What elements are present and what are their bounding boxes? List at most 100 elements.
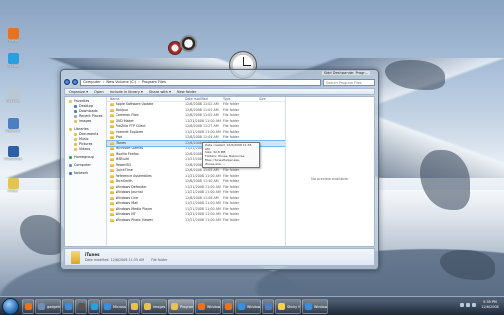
nav-item-icon (74, 115, 77, 118)
taskbar-button-label: gadgets (47, 304, 61, 309)
taskbar-button[interactable]: Windows... (235, 299, 261, 314)
taskbar-app-icon (265, 303, 272, 310)
column-name[interactable]: Name (107, 97, 185, 101)
taskbar-button[interactable]: Microsoft (101, 299, 127, 314)
taskbar-button[interactable]: Program... (168, 299, 194, 314)
nav-item-label: Computer (74, 163, 91, 167)
window-titlebar[interactable]: Sidd Deshpande: Progr... (61, 70, 378, 77)
taskbar-button[interactable]: images (141, 299, 167, 314)
tray-network-icon[interactable] (460, 303, 464, 307)
taskbar-button[interactable] (128, 299, 140, 314)
column-size[interactable]: Size (259, 97, 285, 101)
taskbar-button[interactable] (262, 299, 274, 314)
app-icon (7, 178, 19, 189)
column-type[interactable]: Type (223, 97, 259, 101)
explorer-window[interactable]: Sidd Deshpande: Progr... Computer › New … (60, 69, 379, 270)
taskbar-button[interactable] (222, 299, 234, 314)
folder-icon (110, 152, 114, 156)
nav-item-images[interactable]: images (65, 119, 106, 124)
breadcrumb-program-files[interactable]: Program Files (142, 80, 166, 84)
desktop-icon-label: Firefox (7, 39, 19, 43)
nav-item-videos[interactable]: Videos (65, 147, 106, 152)
nav-item-computer[interactable]: Computer (65, 163, 106, 168)
nav-item-icon (69, 172, 72, 175)
folder-icon (110, 136, 114, 140)
nav-item-network[interactable]: Network (65, 171, 106, 176)
folder-icon (110, 180, 114, 184)
nav-item-icon (74, 133, 77, 136)
desktop-icon[interactable]: Photoshop (3, 146, 23, 161)
desktop-icon[interactable]: Recycle (3, 88, 23, 103)
folder-icon (110, 141, 114, 145)
cpu-meter-gadget[interactable] (180, 35, 197, 52)
taskbar-button[interactable] (62, 299, 74, 314)
address-bar[interactable]: Computer › New Volume (C:) › Program Fil… (80, 78, 321, 86)
details-kind: File folder (151, 258, 168, 262)
desktop-icon[interactable]: Skype (3, 53, 23, 68)
nav-item-icon (74, 105, 77, 108)
taskbar-button[interactable]: Sticky N... (275, 299, 301, 314)
taskbar-button[interactable]: gadgets (35, 299, 61, 314)
taskbar-app-icon (131, 303, 138, 310)
new-folder-button[interactable]: New folder (177, 90, 196, 94)
preview-message: No preview available. (311, 177, 349, 181)
taskbar-button[interactable] (88, 299, 100, 314)
breadcrumb-computer[interactable]: Computer (83, 80, 101, 84)
desktop-icon-label: Skype (7, 64, 19, 68)
nav-item-label: Videos (79, 147, 91, 151)
tooltip-line: Files: iTunesHelper.exe, iTunes.exe, ... (205, 157, 240, 166)
app-icon (7, 118, 19, 129)
taskbar-app-icon (305, 303, 312, 310)
folder-icon (110, 147, 114, 151)
nav-item-label: Homegroup (74, 155, 94, 159)
taskbar-button-label: images (153, 304, 166, 309)
taskbar-button-label: Sticky N... (287, 304, 301, 309)
taskbar-button[interactable] (22, 299, 34, 314)
open-button[interactable]: Open (94, 90, 104, 94)
taskbar-button[interactable]: Windows... (195, 299, 221, 314)
nav-item-label: Network (74, 171, 89, 175)
taskbar-button[interactable]: Windows... (302, 299, 328, 314)
file-row[interactable]: Windows Photo Viewer 11/21/2008 11:00 AM F… (107, 218, 285, 224)
folder-icon (71, 251, 80, 264)
back-button[interactable] (64, 79, 70, 85)
taskbar-app-icon (25, 303, 32, 310)
folder-icon (110, 213, 114, 217)
desktop-icon-label: Network (5, 129, 21, 133)
folder-icon (110, 174, 114, 178)
column-date-modified[interactable]: Date modified (185, 97, 223, 101)
taskbar-app-icon (104, 303, 111, 310)
organize-button[interactable]: Organize ▾ (69, 90, 88, 94)
nav-item-homegroup[interactable]: Homegroup (65, 155, 106, 160)
desktop-icon[interactable]: Folder (3, 178, 23, 193)
file-type: File folder (223, 217, 240, 222)
start-button[interactable] (2, 298, 19, 315)
nav-item-icon (74, 120, 77, 123)
share-with-button[interactable]: Share with ▾ (149, 90, 171, 94)
taskbar-button-label: Windows... (314, 304, 328, 309)
breadcrumb-separator: › (102, 80, 105, 84)
desktop-icon[interactable]: Firefox (3, 28, 23, 43)
taskbar-clock[interactable]: 5:39 PM 12/6/2008 (479, 300, 501, 310)
breadcrumb-volume[interactable]: New Volume (C:) (106, 80, 136, 84)
taskbar-app-icon (225, 303, 232, 310)
nav-item-icon (74, 110, 77, 113)
taskbar-app-icon (198, 303, 205, 310)
desktop-icon[interactable]: Network (3, 118, 23, 133)
tray-flag-icon[interactable] (472, 303, 476, 307)
forward-button[interactable] (72, 79, 78, 85)
taskbar-app-icon (171, 303, 178, 310)
folder-icon (110, 185, 114, 189)
folder-icon (110, 108, 114, 112)
tray-volume-icon[interactable] (466, 303, 470, 307)
include-in-library-button[interactable]: Include in library ▾ (110, 90, 143, 94)
nav-item-icon (69, 156, 72, 159)
details-meta: Date modified: 12/6/2008 11:35 AM File f… (85, 258, 167, 262)
details-name: iTunes (85, 252, 100, 257)
taskbar-button-label: Program... (180, 304, 194, 309)
app-icon (7, 88, 19, 99)
taskbar-button[interactable] (75, 299, 87, 314)
nav-item-icon (69, 128, 72, 131)
folder-icon (110, 103, 114, 107)
search-input[interactable]: Search Program Files (323, 78, 375, 86)
